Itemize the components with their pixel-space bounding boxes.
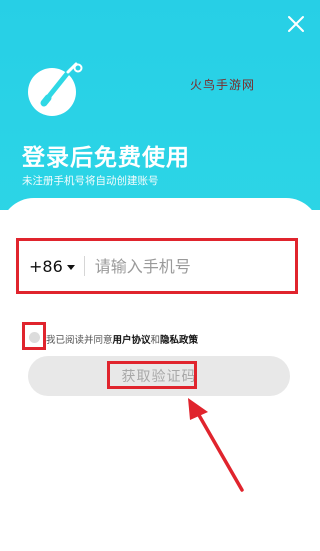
page-title: 登录后免费使用: [22, 145, 190, 171]
field-divider: [83, 256, 85, 276]
country-code-selector[interactable]: +86: [29, 257, 75, 276]
user-agreement-link[interactable]: 用户协议: [113, 335, 151, 346]
watermark-text: 火鸟手游网: [190, 78, 256, 92]
agreement-prefix: 我已阅读并同意: [46, 335, 113, 346]
chevron-down-icon: [66, 264, 75, 270]
login-screen: 火鸟手游网 登录后免费使用 未注册手机号将自动创建账号 +86 我已阅读并同意用…: [0, 0, 320, 551]
phone-field: +86: [16, 238, 298, 294]
phone-input[interactable]: [94, 256, 285, 276]
agree-checkbox[interactable]: [29, 332, 40, 343]
app-logo-icon: [28, 62, 83, 116]
agreement-text: 我已阅读并同意用户协议和隐私政策: [46, 332, 198, 346]
arrow-annotation: [188, 398, 244, 492]
privacy-policy-link[interactable]: 隐私政策: [160, 335, 198, 346]
page-subtitle: 未注册手机号将自动创建账号: [22, 175, 159, 187]
agreement-and: 和: [150, 335, 161, 346]
close-icon[interactable]: [286, 14, 306, 34]
button-annotation-frame: [107, 361, 197, 389]
country-code-label: +86: [29, 256, 63, 276]
